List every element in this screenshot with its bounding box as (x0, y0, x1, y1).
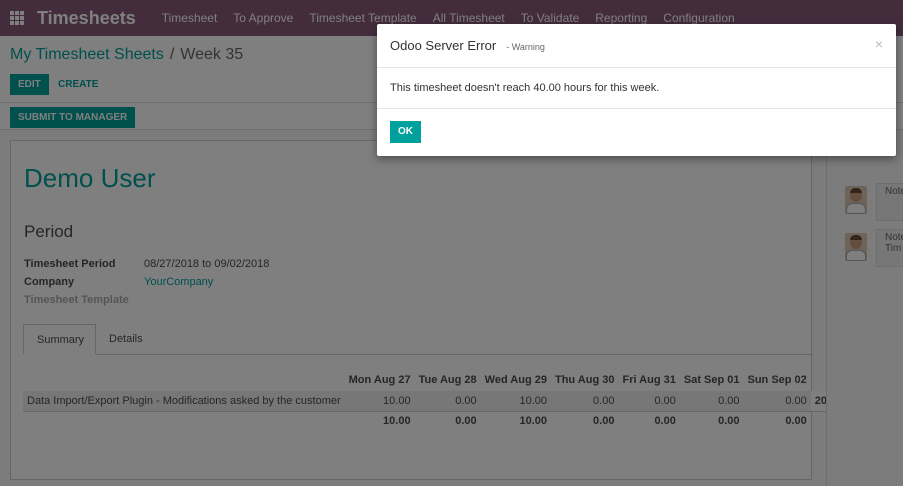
dialog-subtitle: - Warning (506, 41, 545, 52)
dialog-title: Odoo Server Error (390, 38, 497, 53)
dialog-footer: OK (377, 108, 896, 156)
ok-button[interactable]: OK (390, 121, 421, 143)
server-error-dialog: Odoo Server Error - Warning × This times… (377, 24, 896, 156)
dialog-header: Odoo Server Error - Warning × (377, 24, 896, 68)
close-icon[interactable]: × (875, 36, 883, 52)
dialog-message: This timesheet doesn't reach 40.00 hours… (390, 82, 660, 94)
